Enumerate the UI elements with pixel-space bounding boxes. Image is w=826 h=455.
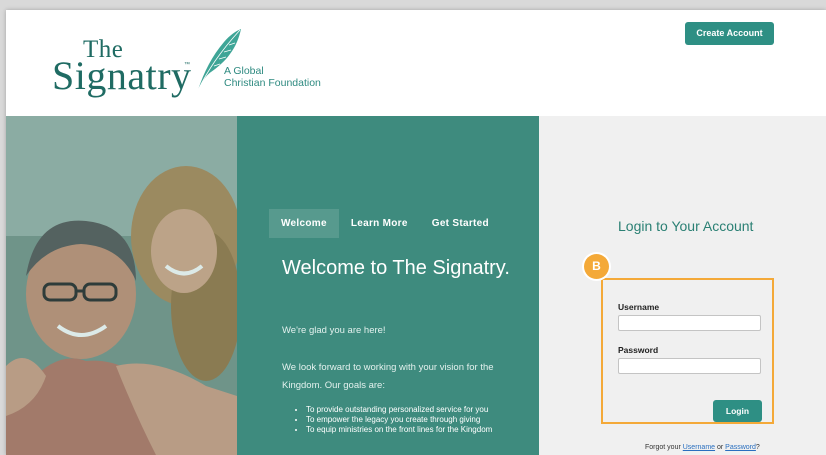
goal-item: To empower the legacy you create through… (306, 415, 536, 425)
logo-tagline: A Global Christian Foundation (224, 65, 321, 89)
forgot-or: or (715, 444, 726, 451)
forgot-password-link[interactable]: Password (725, 444, 756, 451)
tab-learn-more[interactable]: Learn More (339, 209, 420, 238)
welcome-glad-text: We're glad you are here! (282, 325, 386, 336)
username-label: Username (618, 302, 660, 312)
forgot-credentials-text: Forgot your Username or Password? (645, 444, 760, 451)
password-label: Password (618, 345, 659, 355)
annotation-badge-b: B (584, 254, 609, 279)
tab-get-started[interactable]: Get Started (420, 209, 501, 238)
welcome-vision-text: We look forward to working with your vis… (282, 362, 494, 391)
password-input[interactable] (618, 358, 761, 374)
tagline-line-2: Christian Foundation (224, 77, 321, 89)
logo-signatry-text: Signatry (52, 53, 192, 98)
login-heading: Login to Your Account (618, 218, 754, 234)
username-input[interactable] (618, 315, 761, 331)
info-tabs: Welcome Learn More Get Started (269, 209, 501, 238)
goal-item: To provide outstanding personalized serv… (306, 405, 536, 415)
login-button[interactable]: Login (713, 400, 762, 422)
browser-page: The Signatry ™ A Global Christian Founda… (6, 10, 826, 455)
goals-list: To provide outstanding personalized serv… (296, 405, 536, 435)
tagline-line-1: A Global (224, 65, 264, 77)
tab-welcome[interactable]: Welcome (269, 209, 339, 238)
create-account-button[interactable]: Create Account (685, 22, 774, 45)
login-section: Login to Your Account Username Password … (539, 116, 826, 455)
forgot-prefix: Forgot your (645, 444, 683, 451)
site-header: The Signatry ™ A Global Christian Founda… (6, 10, 826, 116)
forgot-suffix: ? (755, 444, 760, 451)
couple-photo (6, 116, 237, 455)
logo-trademark: ™ (184, 62, 190, 68)
welcome-heading: Welcome to The Signatry. (282, 257, 510, 279)
welcome-panel: Welcome Learn More Get Started Welcome t… (237, 116, 539, 455)
goal-item: To equip ministries on the front lines f… (306, 425, 536, 435)
hero-section: Welcome Learn More Get Started Welcome t… (6, 116, 539, 455)
forgot-username-link[interactable]: Username (683, 444, 715, 451)
